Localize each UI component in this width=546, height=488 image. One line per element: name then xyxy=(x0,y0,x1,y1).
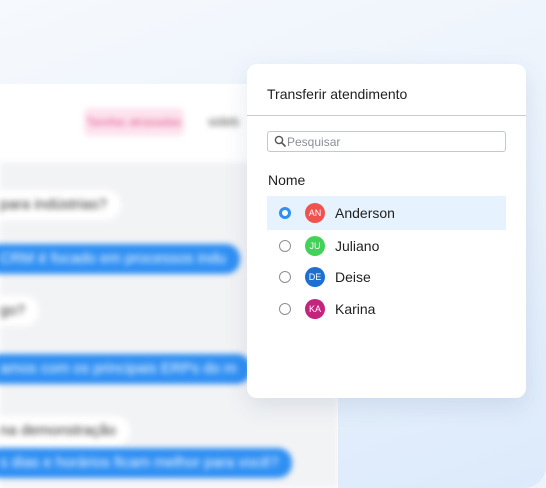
column-header-name: Nome xyxy=(268,172,306,188)
transfer-modal: Transferir atendimento Nome AN Anderson … xyxy=(247,64,526,398)
message-bubble: na demonstração xyxy=(0,416,130,446)
radio-button[interactable] xyxy=(279,271,291,283)
search-box[interactable] xyxy=(267,131,506,152)
chat-header-text: sideb xyxy=(208,114,240,129)
avatar: AN xyxy=(305,203,325,223)
message-bubble: amos com os principais ERPs do m xyxy=(0,354,251,384)
search-icon xyxy=(274,135,286,147)
radio-button[interactable] xyxy=(279,240,291,252)
message-bubble: para indústrias? xyxy=(0,190,121,220)
message-bubble: go? xyxy=(0,296,40,326)
agent-row-deise[interactable]: DE Deise xyxy=(267,260,506,294)
message-bubble: CRM é focado em processos indu xyxy=(0,244,240,274)
agent-name: Anderson xyxy=(335,205,395,221)
avatar: KA xyxy=(305,299,325,319)
radio-button[interactable] xyxy=(279,207,291,219)
agent-row-karina[interactable]: KA Karina xyxy=(267,292,506,326)
message-bubble: s dias e horários ficam melhor para você… xyxy=(0,448,293,478)
agent-row-juliano[interactable]: JU Juliano xyxy=(267,229,506,263)
agent-name: Karina xyxy=(335,301,376,317)
avatar: JU xyxy=(305,236,325,256)
radio-button[interactable] xyxy=(279,303,291,315)
agent-name: Deise xyxy=(335,269,371,285)
avatar: DE xyxy=(305,267,325,287)
tag-badge: Tarefas atrasadas xyxy=(84,108,184,136)
modal-title: Transferir atendimento xyxy=(267,86,408,102)
search-input[interactable] xyxy=(287,133,497,150)
agent-row-anderson[interactable]: AN Anderson xyxy=(267,196,506,230)
modal-divider xyxy=(247,115,526,116)
agent-name: Juliano xyxy=(335,238,380,254)
